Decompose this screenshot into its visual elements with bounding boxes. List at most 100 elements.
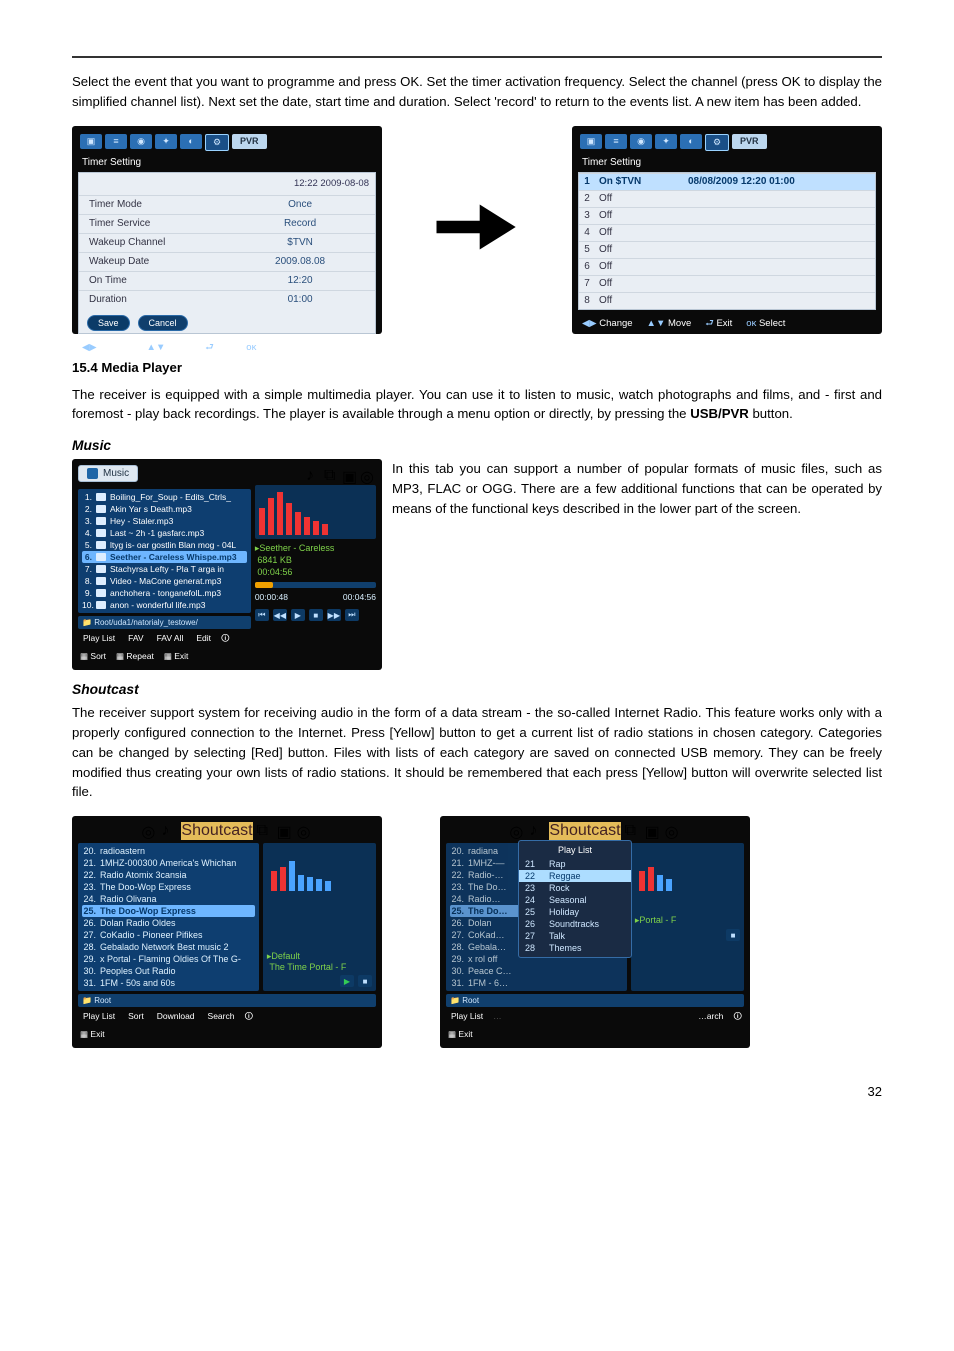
station-item: 22.Radio Atomix 3cansia bbox=[82, 869, 255, 881]
legend-select: ᴏᴋ Select bbox=[746, 318, 785, 329]
music-file-name: Akin Yar s Death.mp3 bbox=[110, 504, 247, 514]
field-value: 12:20 bbox=[225, 275, 375, 286]
shout-right-pane: ▸Default The Time Portal - F ▶ ■ bbox=[263, 843, 376, 991]
music-path: 📁 Root/uda1/natorialy_testowe/ bbox=[78, 616, 251, 629]
legend-change: ◀▶ Change bbox=[82, 342, 133, 353]
mp3-file-icon bbox=[96, 493, 106, 501]
header-chip-sel: ♪ bbox=[529, 822, 545, 836]
category-row: 25Holiday bbox=[519, 906, 631, 918]
row-status: Off bbox=[595, 193, 875, 204]
usb-pvr-bold: USB/PVR bbox=[690, 406, 749, 421]
field-value: Record bbox=[225, 218, 375, 229]
station-item: 30.Peoples Out Radio bbox=[82, 965, 255, 977]
legend-exit: ⮐ Exit bbox=[205, 340, 232, 356]
shout-right-pane: ▸Portal - F ■ bbox=[631, 843, 744, 991]
category-row: 26Soundtracks bbox=[519, 918, 631, 930]
music-file-list: 1.Boiling_For_Soup - Edits_Ctrls_2.Akin … bbox=[78, 485, 251, 629]
music-paragraph: In this tab you can support a number of … bbox=[392, 459, 882, 518]
transport-controls: ▶ ■ bbox=[267, 975, 372, 987]
timer-row: Duration 01:00 bbox=[79, 290, 375, 309]
page-number: 32 bbox=[72, 1084, 882, 1099]
ffwd-icon: ▶▶ bbox=[327, 609, 341, 621]
timer-list-row: 4 Off bbox=[579, 224, 875, 241]
row-status: Off bbox=[595, 244, 875, 255]
mp3-file-icon bbox=[96, 541, 106, 549]
station-item: 31.1FM - 50s and 60s bbox=[82, 977, 255, 989]
footer-legend: ◀▶ Change ▲▼ Move ⮐ Exit ᴏᴋ Select bbox=[578, 310, 876, 332]
nav-chip-label: PVR bbox=[232, 134, 267, 149]
row-detail: 08/08/2009 12:20 01:00 bbox=[684, 176, 875, 187]
timer-list-row: 2 Off bbox=[579, 190, 875, 207]
panel-title: Timer Setting bbox=[578, 155, 876, 172]
timer-row: Wakeup Date 2009.08.08 bbox=[79, 252, 375, 271]
music-player-screenshot: Music ♪ ⧉ ▣ ◎ 1.Boiling_For_Soup - Edits… bbox=[72, 459, 382, 670]
field-label: Wakeup Date bbox=[79, 256, 225, 267]
equalizer-icon bbox=[267, 847, 372, 895]
nav-chip: ▣ bbox=[580, 134, 602, 149]
mp3-file-icon bbox=[96, 577, 106, 585]
timer-setting-screenshot-left: ▣ ≡ ◉ ✦ ◐ ⚙ PVR Timer Setting 12:22 2009… bbox=[72, 126, 382, 334]
shoutcast-tab-label: Shoutcast bbox=[549, 822, 620, 840]
nav-chip: ✦ bbox=[155, 134, 177, 149]
header-chip: ▣ bbox=[645, 822, 661, 836]
nav-chip: ◉ bbox=[130, 134, 152, 149]
root-line: 📁 Root bbox=[78, 994, 376, 1007]
station-item: 20.radioastern bbox=[82, 845, 255, 857]
shoutcast-screenshot-left: ◎ ♪ Shoutcast ⧉ ▣ ◎ 20.radioastern21.1MH… bbox=[72, 816, 382, 1048]
category-popup-title: Play List bbox=[519, 844, 631, 858]
timer-row: Wakeup Channel $TVN bbox=[79, 233, 375, 252]
music-row: Music ♪ ⧉ ▣ ◎ 1.Boiling_For_Soup - Edits… bbox=[72, 459, 882, 670]
header-chip: ⧉ bbox=[257, 822, 273, 836]
field-label: Timer Mode bbox=[79, 199, 225, 210]
footer-legend: ◀▶ Change ▲▼ Move ⮐ Exit ᴏᴋ Select bbox=[78, 334, 376, 356]
nav-chip-selected: ⚙ bbox=[705, 134, 729, 151]
logo-row: ▣ ≡ ◉ ✦ ◐ ⚙ PVR bbox=[578, 132, 876, 155]
header-chip: ◎ bbox=[297, 822, 313, 836]
music-file-item: 6.Seether - Careless Whispe.mp3 bbox=[82, 551, 247, 563]
category-row: 22Reggae bbox=[519, 870, 631, 882]
time-total: 00:04:56 bbox=[343, 592, 376, 602]
shoutcast-paragraph: The receiver support system for receivin… bbox=[72, 703, 882, 802]
music-file-item: 4.Last ~ 2h -1 gasfarc.mp3 bbox=[82, 527, 247, 539]
row-status: On $TVN bbox=[595, 176, 684, 187]
field-label: Duration bbox=[79, 294, 225, 305]
station-item: 25.The Doo-Wop Express bbox=[82, 905, 255, 917]
timer-screenshots-row: ▣ ≡ ◉ ✦ ◐ ⚙ PVR Timer Setting 12:22 2009… bbox=[72, 126, 882, 334]
music-file-item: 10.anon - wonderful life.mp3 bbox=[82, 599, 247, 611]
shoutcast-screenshot-right: ◎ ♪ Shoutcast ⧉ ▣ ◎ 20.radiana21.1MHZ-—2… bbox=[440, 816, 750, 1048]
music-file-name: Video - MaCone generat.mp3 bbox=[110, 576, 247, 586]
field-value: 01:00 bbox=[225, 294, 375, 305]
timer-row: Timer Mode Once bbox=[79, 195, 375, 214]
music-file-name: Boiling_For_Soup - Edits_Ctrls_ bbox=[110, 492, 247, 502]
nav-chip-label: PVR bbox=[732, 134, 767, 149]
mp3-file-icon bbox=[96, 601, 106, 609]
root-line: 📁 Root bbox=[446, 994, 744, 1007]
station-item-bg: 31.1FM - 6… bbox=[450, 977, 623, 989]
mp3-file-icon bbox=[96, 589, 106, 597]
row-index: 7 bbox=[579, 278, 595, 289]
header-chip: ◎ bbox=[141, 822, 157, 836]
mp3-file-icon bbox=[96, 517, 106, 525]
timer-list-row: 8 Off bbox=[579, 292, 875, 309]
category-row: 27Talk bbox=[519, 930, 631, 942]
row-index: 5 bbox=[579, 244, 595, 255]
shoutcast-screenshots-row: ◎ ♪ Shoutcast ⧉ ▣ ◎ 20.radioastern21.1MH… bbox=[72, 816, 882, 1048]
nav-chip: ≡ bbox=[105, 134, 127, 149]
music-file-item: 7.Stachyrsa Lefty - Pla T arga in bbox=[82, 563, 247, 575]
field-value: 2009.08.08 bbox=[225, 256, 375, 267]
row-status: Off bbox=[595, 278, 875, 289]
music-file-item: 5.ltyg is- oar gostlin Blan mog - 04L bbox=[82, 539, 247, 551]
row-index: 2 bbox=[579, 193, 595, 204]
logo-row: ▣ ≡ ◉ ✦ ◐ ⚙ PVR bbox=[78, 132, 376, 155]
nav-chip: ◐ bbox=[680, 134, 702, 149]
station-item: 21.1MHZ-000300 America's Whichan bbox=[82, 857, 255, 869]
header-chip: ▣ bbox=[342, 467, 358, 481]
timer-row: On Time 12:20 bbox=[79, 271, 375, 290]
media-player-text-tail: button. bbox=[749, 406, 793, 421]
stop-icon: ■ bbox=[726, 929, 740, 941]
row-index: 8 bbox=[579, 295, 595, 306]
category-row: 24Seasonal bbox=[519, 894, 631, 906]
music-file-name: Hey - Staler.mp3 bbox=[110, 516, 247, 526]
row-index: 3 bbox=[579, 210, 595, 221]
timer-timestamp: 12:22 2009-08-08 bbox=[79, 173, 375, 195]
